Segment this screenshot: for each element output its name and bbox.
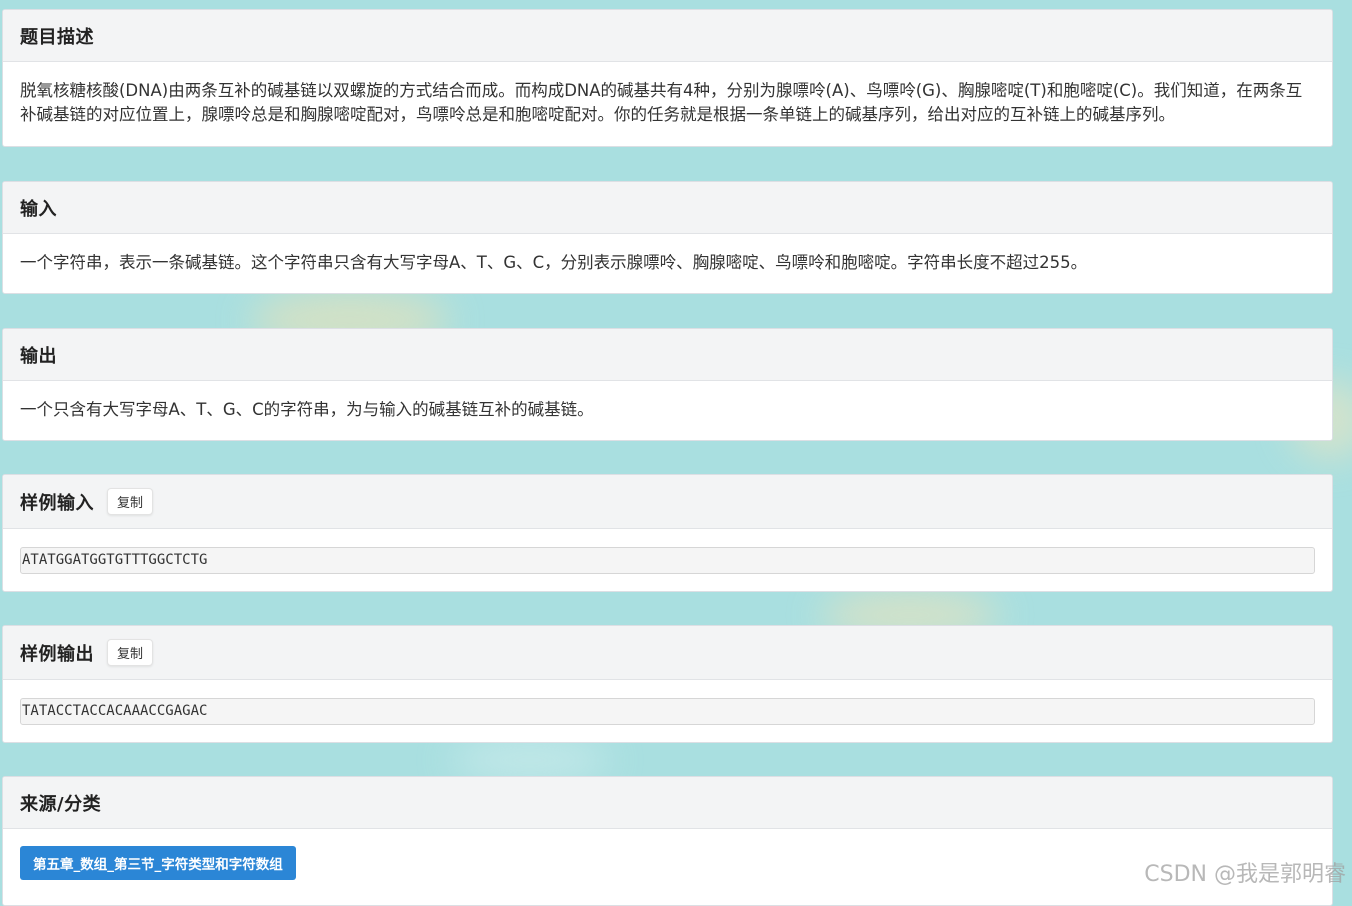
source-header: 来源/分类 — [3, 777, 1332, 829]
source-title: 来源/分类 — [20, 793, 102, 815]
output-panel: 输出 一个只含有大写字母A、T、G、C的字符串，为与输入的碱基链互补的碱基链。 — [2, 328, 1333, 441]
description-title: 题目描述 — [20, 26, 94, 48]
sample-output-header: 样例输出 复制 — [3, 626, 1332, 680]
description-header: 题目描述 — [3, 10, 1332, 62]
input-text: 一个字符串，表示一条碱基链。这个字符串只含有大写字母A、T、G、C，分别表示腺嘌… — [20, 253, 1088, 272]
sample-output-title: 样例输出 — [20, 643, 94, 665]
sample-output-panel: 样例输出 复制 TATACCTACCACAAACCGAGAC — [2, 625, 1333, 743]
output-title: 输出 — [20, 345, 57, 367]
input-header: 输入 — [3, 182, 1332, 234]
input-title: 输入 — [20, 198, 57, 220]
description-panel: 题目描述 脱氧核糖核酸(DNA)由两条互补的碱基链以双螺旋的方式结合而成。而构成… — [2, 9, 1333, 147]
copy-sample-input-button[interactable]: 复制 — [107, 488, 154, 515]
copy-sample-output-button[interactable]: 复制 — [107, 639, 154, 666]
category-tag-button[interactable]: 第五章_数组_第三节_字符类型和字符数组 — [20, 846, 296, 880]
csdn-watermark: CSDN @我是郭明睿 — [1144, 862, 1346, 887]
sample-input-value[interactable]: ATATGGATGGTGTTTGGCTCTG — [20, 547, 1315, 574]
input-panel: 输入 一个字符串，表示一条碱基链。这个字符串只含有大写字母A、T、G、C，分别表… — [2, 181, 1333, 294]
description-text: 脱氧核糖核酸(DNA)由两条互补的碱基链以双螺旋的方式结合而成。而构成DNA的碱… — [20, 81, 1303, 124]
output-text: 一个只含有大写字母A、T、G、C的字符串，为与输入的碱基链互补的碱基链。 — [20, 400, 594, 419]
output-header: 输出 — [3, 329, 1332, 381]
sample-input-panel: 样例输入 复制 ATATGGATGGTGTTTGGCTCTG — [2, 474, 1333, 592]
sample-input-header: 样例输入 复制 — [3, 475, 1332, 529]
sample-output-value[interactable]: TATACCTACCACAAACCGAGAC — [20, 698, 1315, 725]
sample-input-title: 样例输入 — [20, 492, 94, 514]
background-decoration — [450, 740, 610, 780]
source-panel: 来源/分类 第五章_数组_第三节_字符类型和字符数组 — [2, 776, 1333, 906]
